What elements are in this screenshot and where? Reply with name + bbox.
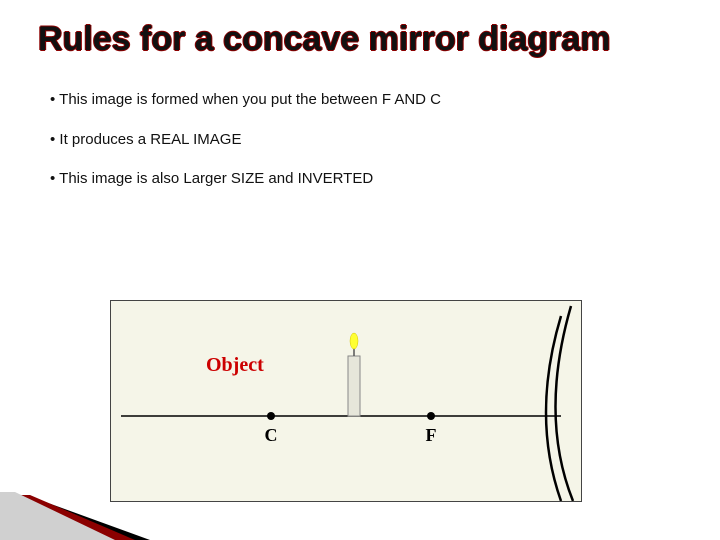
object-label: Object xyxy=(206,354,264,376)
slide: Rules for a concave mirror diagram This … xyxy=(0,0,720,540)
bullet-list: This image is formed when you put the be… xyxy=(50,90,680,209)
point-f-label: F xyxy=(426,425,437,445)
mirror-arc-inner xyxy=(555,306,573,501)
bullet-item: It produces a REAL IMAGE xyxy=(50,130,680,150)
diagram-svg: C F Object xyxy=(111,301,581,501)
slide-title: Rules for a concave mirror diagram xyxy=(38,20,700,59)
bullet-item: This image is formed when you put the be… xyxy=(50,90,680,110)
bullet-item: This image is also Larger SIZE and INVER… xyxy=(50,169,680,189)
concave-mirror-diagram: C F Object xyxy=(110,300,582,502)
candle-flame xyxy=(350,333,358,349)
candle-body xyxy=(348,356,360,416)
mirror-arc-outer xyxy=(546,316,561,501)
point-f xyxy=(427,412,435,420)
point-c-label: C xyxy=(265,425,278,445)
point-c xyxy=(267,412,275,420)
